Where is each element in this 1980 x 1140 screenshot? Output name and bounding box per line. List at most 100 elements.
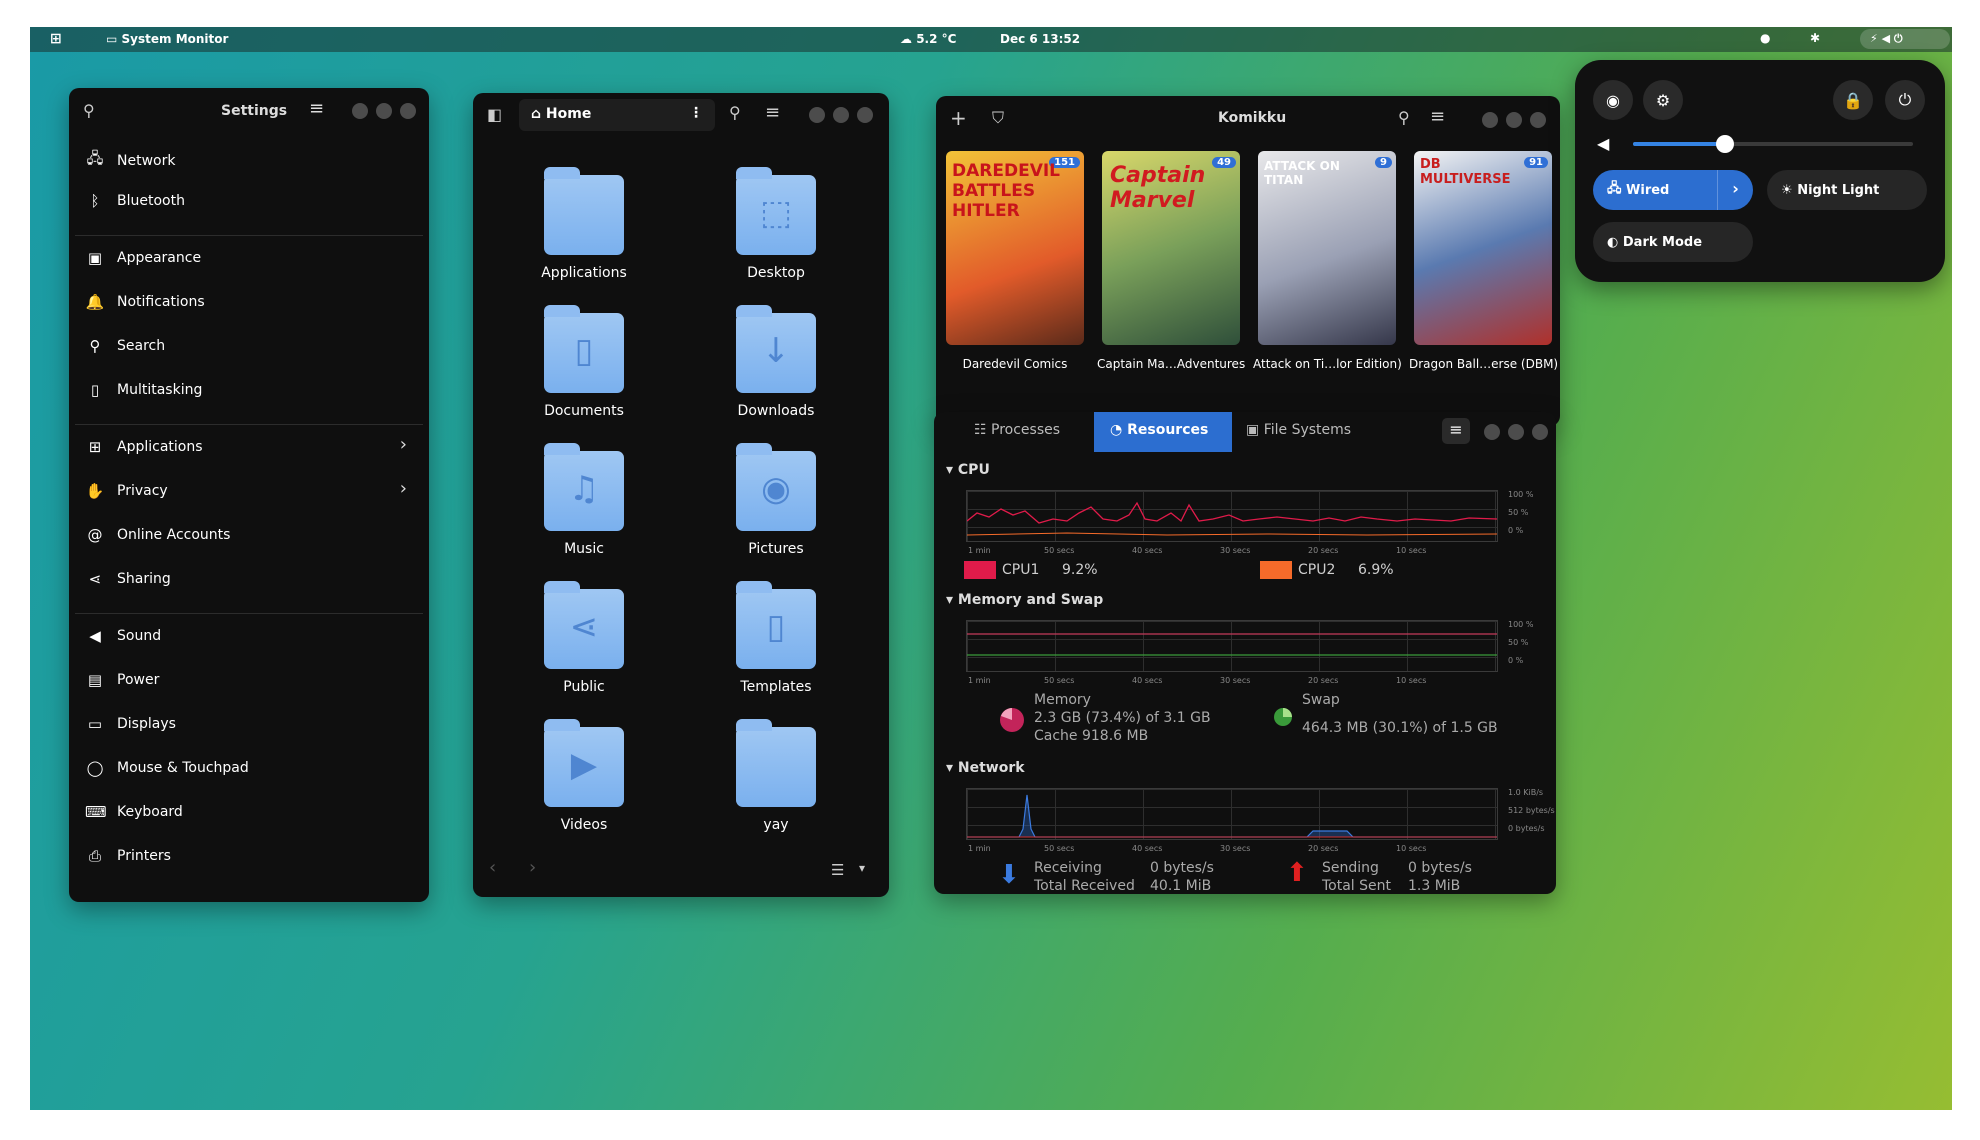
settings-button[interactable]: ⚙ (1643, 80, 1683, 120)
add-icon[interactable]: + (950, 106, 967, 130)
folder-label[interactable]: Desktop (686, 265, 866, 281)
bookmark-icon[interactable]: ⛉ (992, 108, 1004, 128)
search-icon[interactable]: ⚲ (83, 101, 95, 120)
divider (75, 424, 423, 425)
settings-item-sharing[interactable]: ⋖ Sharing (85, 570, 171, 588)
search-icon[interactable]: ⚲ (1398, 108, 1410, 127)
minimize-button[interactable] (1484, 424, 1500, 440)
tab-file-systems[interactable]: ▣ File Systems (1246, 422, 1351, 438)
settings-item-multitasking[interactable]: ▯ Multitasking (85, 381, 202, 399)
memory-section-header[interactable]: ▾ Memory and Swap (946, 592, 1103, 608)
close-button[interactable] (1532, 424, 1548, 440)
close-button[interactable] (857, 107, 873, 123)
folder-applications-icon[interactable] (544, 167, 624, 255)
settings-item-printers[interactable]: ⎙ Printers (85, 847, 171, 865)
maximize-button[interactable] (833, 107, 849, 123)
folder-label[interactable]: yay (686, 817, 866, 833)
dark-mode-toggle[interactable]: ◐ Dark Mode (1593, 222, 1753, 262)
list-view-icon[interactable]: ☰ (831, 861, 844, 879)
settings-item-sound[interactable]: ◀ Sound (85, 627, 161, 645)
settings-item-privacy[interactable]: ✋ Privacy (85, 482, 168, 500)
settings-item-mouse[interactable]: ◯ Mouse & Touchpad (85, 759, 249, 777)
forward-arrow-icon[interactable]: › (529, 857, 536, 878)
folder-templates-icon[interactable]: ▯ (736, 581, 816, 669)
night-light-toggle[interactable]: ☀ Night Light (1767, 170, 1927, 210)
lock-button[interactable]: 🔒 (1833, 80, 1873, 120)
maximize-button[interactable] (1506, 112, 1522, 128)
cpu2-color-swatch[interactable] (1260, 561, 1292, 579)
comic-cover[interactable]: 151 DAREDEVIL BATTLES HITLER (946, 151, 1084, 345)
close-button[interactable] (1530, 112, 1546, 128)
folder-yay-icon[interactable] (736, 719, 816, 807)
settings-item-online-accounts[interactable]: @ Online Accounts (85, 526, 231, 544)
app-menu[interactable]: ▭ System Monitor (106, 32, 228, 46)
minimize-button[interactable] (1482, 112, 1498, 128)
folder-label[interactable]: Public (494, 679, 674, 695)
tab-processes[interactable]: ☷ Processes (974, 422, 1060, 438)
y-tick: 0 % (1508, 526, 1524, 535)
back-arrow-icon[interactable]: ‹ (489, 857, 496, 878)
volume-slider[interactable] (1633, 135, 1913, 153)
folder-videos-icon[interactable]: ▶ (544, 719, 624, 807)
maximize-button[interactable] (376, 103, 392, 119)
folder-label[interactable]: Pictures (686, 541, 866, 557)
clock[interactable]: Dec 6 13:52 (1000, 32, 1080, 46)
hamburger-menu-icon[interactable]: ≡ (1442, 418, 1470, 444)
settings-item-bluetooth[interactable]: ᛒ Bluetooth (85, 192, 184, 210)
folder-label[interactable]: Downloads (686, 403, 866, 419)
comic-title[interactable]: Captain Ma…Adventures (1097, 357, 1245, 371)
folder-pictures-icon[interactable]: ◉ (736, 443, 816, 531)
activities-grid-icon[interactable]: ⊞ (50, 31, 62, 47)
settings-item-applications[interactable]: ⊞ Applications (85, 438, 415, 456)
comic-cover[interactable]: 49 Captain Marvel (1102, 151, 1240, 345)
swap-pie-icon (1274, 708, 1292, 726)
wired-toggle[interactable]: 🖧 Wired › (1593, 170, 1753, 210)
chevron-down-icon[interactable]: ▾ (859, 861, 865, 875)
folder-label[interactable]: Documents (494, 403, 674, 419)
comic-title[interactable]: Dragon Ball…erse (DBM) (1409, 357, 1558, 371)
extension-icon[interactable]: ✱ (1810, 31, 1820, 45)
minimize-button[interactable] (809, 107, 825, 123)
weather[interactable]: ☁ 5.2 °C (900, 32, 956, 46)
settings-item-search[interactable]: ⚲ Search (85, 337, 166, 355)
cpu-section-header[interactable]: ▾ CPU (946, 462, 990, 478)
folder-documents-icon[interactable]: ▯ (544, 305, 624, 393)
folder-label[interactable]: Templates (686, 679, 866, 695)
cpu1-color-swatch[interactable] (964, 561, 996, 579)
hamburger-menu-icon[interactable]: ≡ (1430, 106, 1445, 127)
search-icon[interactable]: ⚲ (729, 103, 741, 122)
comic-title[interactable]: Daredevil Comics (941, 357, 1089, 371)
minimize-button[interactable] (352, 103, 368, 119)
close-button[interactable] (400, 103, 416, 119)
folder-public-icon[interactable]: ⋖ (544, 581, 624, 669)
volume-slider-handle[interactable] (1716, 135, 1735, 153)
folder-label[interactable]: Music (494, 541, 674, 557)
chevron-right-icon[interactable]: › (1717, 170, 1753, 210)
comic-title[interactable]: Attack on Ti…lor Edition) (1253, 357, 1402, 371)
hamburger-menu-icon[interactable]: ≡ (765, 102, 780, 123)
path-bar[interactable]: ⌂ Home ⋮ (519, 99, 715, 131)
folder-music-icon[interactable]: ♫ (544, 443, 624, 531)
settings-item-displays[interactable]: ▭ Displays (85, 715, 176, 733)
system-menu[interactable]: ⚡ ◀ ⏻ (1860, 29, 1950, 49)
folder-downloads-icon[interactable]: ↓ (736, 305, 816, 393)
folder-label[interactable]: Applications (494, 265, 674, 281)
sidebar-toggle-icon[interactable]: ◧ (487, 105, 502, 124)
settings-item-notifications[interactable]: 🔔 Notifications (85, 293, 205, 311)
tab-resources[interactable]: ◔ Resources (1094, 412, 1232, 452)
more-options-icon[interactable]: ⋮ (689, 105, 703, 121)
chat-icon[interactable]: ● (1760, 31, 1770, 45)
power-button[interactable]: ⏻ (1885, 80, 1925, 120)
folder-label[interactable]: Videos (494, 817, 674, 833)
comic-cover[interactable]: 91 DB MULTIVERSE (1414, 151, 1552, 345)
settings-item-network[interactable]: 🖧 Network (85, 148, 176, 173)
screenshot-button[interactable]: ◉ (1593, 80, 1633, 120)
hamburger-menu-icon[interactable]: ≡ (309, 98, 324, 119)
settings-item-power[interactable]: ▤ Power (85, 671, 159, 689)
comic-cover[interactable]: 9 ATTACK ON TITAN (1258, 151, 1396, 345)
settings-item-appearance[interactable]: ▣ Appearance (85, 249, 201, 267)
settings-item-keyboard[interactable]: ⌨ Keyboard (85, 803, 183, 821)
folder-desktop-icon[interactable]: ⬚ (736, 167, 816, 255)
network-section-header[interactable]: ▾ Network (946, 760, 1025, 776)
maximize-button[interactable] (1508, 424, 1524, 440)
